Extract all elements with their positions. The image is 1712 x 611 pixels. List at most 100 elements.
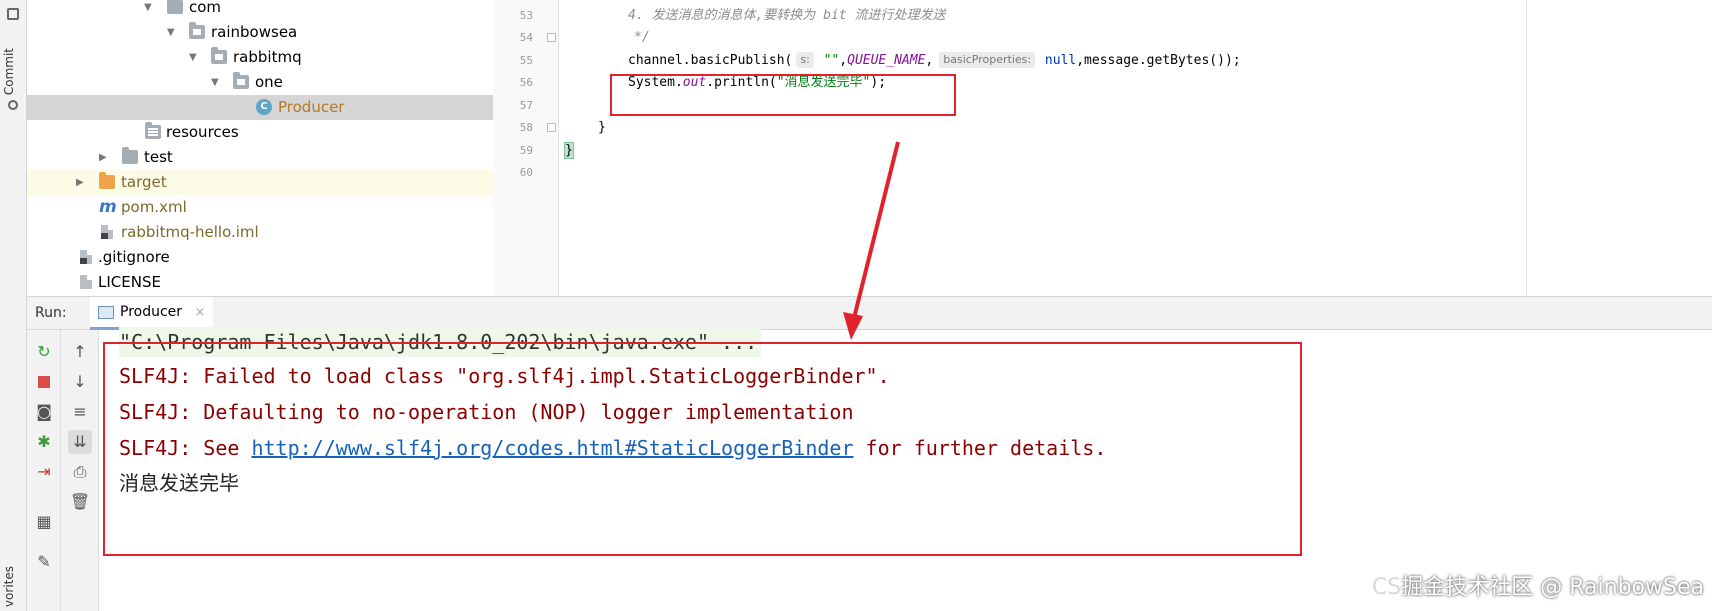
iml-file-icon xyxy=(101,225,113,239)
print-icon[interactable]: ⎙ xyxy=(68,460,92,484)
tree-item-test[interactable]: ▶ test xyxy=(27,145,493,170)
expand-arrow-icon[interactable]: ▼ xyxy=(211,70,219,95)
excluded-folder-icon xyxy=(99,172,115,189)
commit-icon xyxy=(8,100,18,110)
folder-icon xyxy=(233,72,249,89)
code-text: ,message.getBytes()); xyxy=(1076,53,1241,68)
run-toolbar-primary: ↻ ◙ ✱ ⇥ ▦ ✎ xyxy=(27,330,61,611)
pin-icon[interactable]: ✎ xyxy=(32,550,56,574)
folder-icon xyxy=(211,47,227,64)
code-line-53[interactable]: 4. 发送消息的消息体,要转换为 bit 流进行处理发送 xyxy=(628,5,945,27)
tree-item-label: resources xyxy=(166,123,239,141)
code-text: , xyxy=(925,53,934,68)
folder-icon xyxy=(189,22,205,39)
expand-arrow-icon[interactable]: ▼ xyxy=(167,20,175,45)
resources-folder-icon xyxy=(145,122,161,139)
tree-item-label: LICENSE xyxy=(98,273,161,291)
structure-icon[interactable] xyxy=(7,8,19,20)
tree-item-rainbowsea[interactable]: ▼ rainbowsea xyxy=(27,20,493,45)
expand-arrow-icon[interactable]: ▼ xyxy=(189,45,197,70)
parameter-hint: basicProperties: xyxy=(939,52,1036,68)
code-line-58[interactable]: } xyxy=(598,117,606,139)
tree-item-iml[interactable]: rabbitmq-hello.iml xyxy=(27,220,493,245)
rerun-icon[interactable]: ↻ xyxy=(32,340,56,364)
line-number: 60 xyxy=(519,166,533,179)
exit-icon[interactable]: ⇥ xyxy=(32,460,56,484)
line-number: 59 xyxy=(519,144,533,157)
tree-item-label: one xyxy=(255,73,283,91)
line-number: 54 xyxy=(519,31,533,44)
code-line-55[interactable]: channel.basicPublish(s: "",QUEUE_NAME, ba… xyxy=(628,50,1241,72)
folder-icon xyxy=(122,147,138,164)
tree-item-label: rainbowsea xyxy=(211,23,298,41)
run-config-icon xyxy=(98,306,114,319)
soft-wrap-icon[interactable]: ≡ xyxy=(68,400,92,424)
matched-brace: } xyxy=(564,142,574,159)
string-literal: "" xyxy=(815,53,840,68)
code-text: channel.basicPublish( xyxy=(628,53,793,68)
tree-item-label: rabbitmq xyxy=(233,48,302,66)
stop-icon[interactable] xyxy=(32,370,56,394)
commit-tool-window-button[interactable]: Commit xyxy=(2,48,16,95)
debug-bug-icon[interactable]: ✱ xyxy=(32,430,56,454)
trash-icon[interactable]: 🗑 xyxy=(68,490,92,514)
tree-item-label: target xyxy=(121,173,167,191)
arrow-up-icon[interactable]: ↑ xyxy=(68,340,92,364)
line-number: 56 xyxy=(519,76,533,89)
favorites-tool-window-button[interactable]: vorites xyxy=(2,566,16,607)
camera-icon[interactable]: ◙ xyxy=(32,400,56,424)
run-panel-header: Run: Producer × xyxy=(27,296,1712,330)
tree-item-rabbitmq[interactable]: ▼ rabbitmq xyxy=(27,45,493,70)
code-editor[interactable]: 4. 发送消息的消息体,要转换为 bit 流进行处理发送 */ channel.… xyxy=(559,0,1712,296)
line-number: 55 xyxy=(519,54,533,67)
run-tab-producer[interactable]: Producer × xyxy=(90,297,214,330)
text-file-icon xyxy=(80,275,92,289)
run-tab-label: Producer xyxy=(120,304,183,320)
parameter-hint: s: xyxy=(796,52,814,68)
tree-item-license[interactable]: LICENSE xyxy=(27,270,493,295)
tree-item-label: com xyxy=(189,0,222,16)
tree-item-label: Producer xyxy=(278,98,345,116)
tree-item-label: test xyxy=(144,148,173,166)
tree-item-target[interactable]: ▶ target xyxy=(27,170,493,195)
arrow-down-icon[interactable]: ↓ xyxy=(68,370,92,394)
constant-queue-name: QUEUE_NAME xyxy=(847,53,926,68)
project-tree: ▼ com ▼ rainbowsea ▼ rabbitmq ▼ one C Pr… xyxy=(27,0,493,296)
editor-gutter: 53 54 55 56 57 58 59 60 xyxy=(493,0,559,296)
tree-item-label: rabbitmq-hello.iml xyxy=(121,223,259,241)
fold-marker-icon[interactable] xyxy=(547,123,556,132)
fold-marker-icon[interactable] xyxy=(547,33,556,42)
collapse-arrow-icon[interactable]: ▶ xyxy=(76,170,84,195)
tree-item-com[interactable]: ▼ com xyxy=(27,0,493,20)
tree-item-producer[interactable]: C Producer xyxy=(27,95,493,120)
tree-item-one[interactable]: ▼ one xyxy=(27,70,493,95)
tree-item-pom-xml[interactable]: m pom.xml xyxy=(27,195,493,220)
folder-icon xyxy=(167,0,183,14)
tree-item-label: pom.xml xyxy=(121,198,187,216)
watermark-ghost: CS xyxy=(1371,575,1402,600)
watermark-text: 掘金技术社区 @ RainbowSea xyxy=(1401,575,1704,600)
run-toolbar-secondary: ↑ ↓ ≡ ⇊ ⎙ 🗑 xyxy=(61,330,99,611)
line-number: 58 xyxy=(519,121,533,134)
code-line-54[interactable]: */ xyxy=(634,27,650,49)
annotation-box-println xyxy=(610,74,956,116)
tree-item-label: .gitignore xyxy=(98,248,170,266)
right-margin-guide xyxy=(1526,0,1527,296)
code-line-59[interactable]: } xyxy=(564,140,574,162)
line-number: 57 xyxy=(519,99,533,112)
tree-item-resources[interactable]: resources xyxy=(27,120,493,145)
collapse-arrow-icon[interactable]: ▶ xyxy=(99,145,107,170)
watermark: CS掘金技术社区 @ RainbowSea xyxy=(1372,569,1704,601)
code-text: , xyxy=(839,53,848,68)
maven-icon: m xyxy=(99,197,117,217)
java-class-icon: C xyxy=(256,99,272,115)
text-file-icon xyxy=(80,250,92,264)
run-label: Run: xyxy=(35,305,67,321)
scroll-to-end-icon[interactable]: ⇊ xyxy=(68,430,92,454)
expand-arrow-icon[interactable]: ▼ xyxy=(144,0,152,20)
close-tab-icon[interactable]: × xyxy=(195,305,206,320)
null-keyword: null xyxy=(1037,53,1077,68)
annotation-box-console xyxy=(103,342,1302,556)
tree-item-gitignore[interactable]: .gitignore xyxy=(27,245,493,270)
layout-icon[interactable]: ▦ xyxy=(32,510,56,534)
